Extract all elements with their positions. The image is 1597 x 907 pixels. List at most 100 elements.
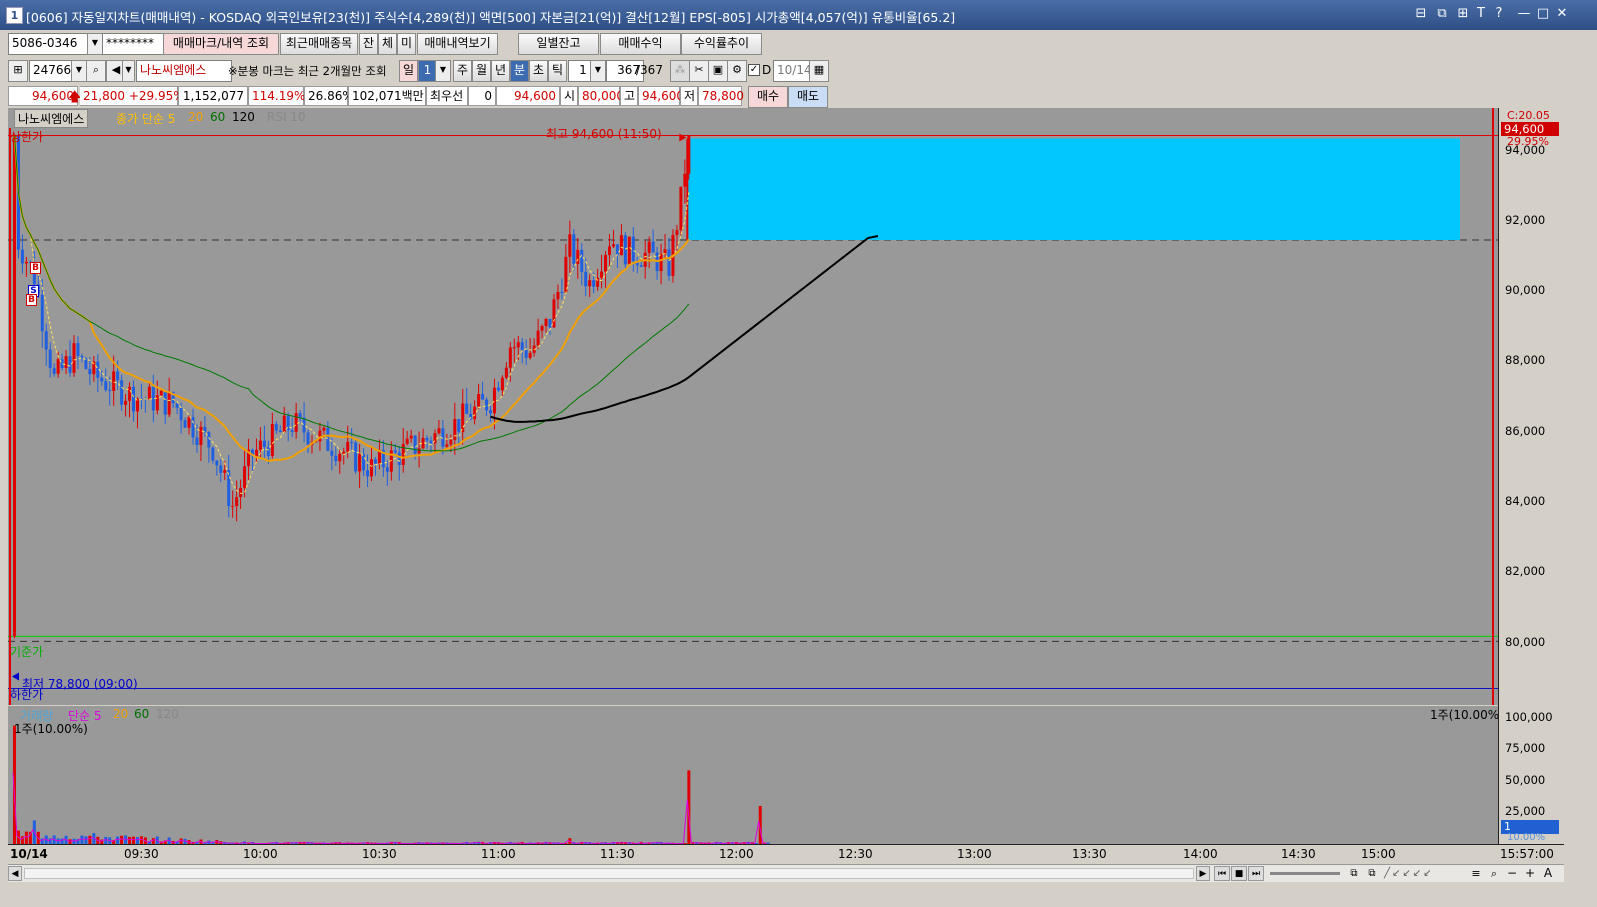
tab-second[interactable]: 초 bbox=[529, 60, 548, 82]
trade-mark-query-button[interactable]: 매매마크/내역 조회 bbox=[163, 33, 279, 55]
candle-body bbox=[465, 403, 469, 414]
candle-body bbox=[445, 444, 449, 447]
zoom-in-icon[interactable]: + bbox=[1522, 866, 1538, 881]
scroll-track[interactable] bbox=[24, 868, 1194, 879]
speaker-dropdown-icon[interactable]: ▼ bbox=[122, 60, 135, 82]
overlay-icon[interactable]: ⧉ bbox=[1364, 866, 1380, 881]
time-label-1230: 12:30 bbox=[838, 847, 873, 861]
tab-year[interactable]: 년 bbox=[491, 60, 510, 82]
return-trend-button[interactable]: 수익률추이 bbox=[681, 33, 762, 55]
ma-legend-60[interactable]: 60 bbox=[210, 110, 225, 124]
chart-stock-name[interactable]: 나노씨엠에스 bbox=[14, 109, 89, 128]
tab-month[interactable]: 월 bbox=[472, 60, 491, 82]
high-mark-label: 최고 94,600 (11:50) bbox=[546, 127, 662, 141]
sell-button[interactable]: 매도 bbox=[788, 86, 828, 108]
price-chart[interactable]: 나노씨엠에스 종가 단순 5 20 60 120 RSI 10 상한가 최고 9… bbox=[8, 108, 1498, 705]
daily-balance-button[interactable]: 일별잔고 bbox=[518, 33, 599, 55]
zoom-search-icon[interactable]: ⌕ bbox=[1486, 866, 1502, 881]
price-axis[interactable]: C:20.05 94,600 29.95% 94,000 92,000 90,0… bbox=[1498, 108, 1564, 844]
executed-button[interactable]: 체 bbox=[378, 33, 397, 55]
candle-body bbox=[675, 230, 679, 235]
buy-button[interactable]: 매수 bbox=[748, 86, 788, 108]
period-day-label[interactable]: 일 bbox=[399, 60, 418, 82]
period-dropdown-icon[interactable]: ▼ bbox=[435, 60, 451, 82]
fast-forward-icon[interactable]: ⏭ bbox=[1248, 866, 1264, 881]
chart-type-icon[interactable]: ⧉ bbox=[1346, 866, 1362, 881]
minimize-icon[interactable]: — bbox=[1516, 6, 1532, 22]
vol-tick-25000: 25,000 bbox=[1505, 804, 1546, 818]
save-icon[interactable]: ▣ bbox=[708, 60, 728, 82]
search-icon[interactable]: ⌕ bbox=[86, 60, 106, 82]
y-tick-84000: 84,000 bbox=[1505, 494, 1546, 508]
ma-legend-5[interactable]: 종가 단순 5 bbox=[116, 110, 175, 127]
scroll-left-icon[interactable]: ◀ bbox=[8, 866, 22, 881]
ma60-line bbox=[14, 135, 690, 452]
drawing-tools-icon[interactable]: ╱↙↙↙↙ bbox=[1384, 866, 1464, 881]
font-size-icon[interactable]: T bbox=[1473, 6, 1489, 22]
menu-icon[interactable]: ≡ bbox=[1468, 866, 1484, 881]
volume-ma-legend-120[interactable]: 120 bbox=[156, 707, 179, 721]
window-layout-icon[interactable]: ⊟ bbox=[1413, 6, 1429, 22]
candle-body bbox=[544, 318, 548, 327]
auto-scale-icon[interactable]: A bbox=[1540, 866, 1556, 881]
trade-history-button[interactable]: 매매내역보기 bbox=[417, 33, 498, 55]
candle-body bbox=[108, 389, 112, 391]
buy-mark-badge-2[interactable]: B bbox=[26, 294, 37, 306]
y-tick-90000: 90,000 bbox=[1505, 283, 1546, 297]
stock-name-field[interactable]: 나노씨엠에스 bbox=[136, 60, 232, 82]
candle-body bbox=[258, 440, 262, 450]
tab-minute[interactable]: 분 bbox=[510, 60, 529, 82]
candle-body bbox=[235, 496, 239, 507]
help-icon[interactable]: ? bbox=[1491, 6, 1507, 22]
candle-body bbox=[639, 265, 643, 267]
candle-body bbox=[556, 291, 560, 300]
candle-body bbox=[651, 241, 655, 253]
tools-icon[interactable]: ✂ bbox=[689, 60, 709, 82]
axis-top-label: C:20.05 bbox=[1507, 109, 1550, 122]
tab-tick[interactable]: 틱 bbox=[548, 60, 567, 82]
scroll-right-icon[interactable]: ▶ bbox=[1196, 866, 1210, 881]
ma-legend-120[interactable]: 120 bbox=[232, 110, 255, 124]
recent-trades-button[interactable]: 최근매매종목 bbox=[280, 33, 358, 55]
volume-bar bbox=[24, 831, 28, 844]
tab-week[interactable]: 주 bbox=[453, 60, 472, 82]
candle-body bbox=[592, 280, 596, 287]
speed-slider[interactable] bbox=[1270, 872, 1340, 875]
trade-amount: 102,071백만 bbox=[348, 86, 426, 106]
unexecuted-button[interactable]: 미 bbox=[397, 33, 416, 55]
balance-button[interactable]: 잔 bbox=[359, 33, 378, 55]
close-icon[interactable]: ✕ bbox=[1554, 6, 1570, 22]
interval-dropdown-icon[interactable]: ▼ bbox=[590, 60, 606, 82]
date-checkbox-label: D bbox=[762, 63, 772, 77]
window-tile-icon[interactable]: ⊞ bbox=[1455, 6, 1471, 22]
candle-body bbox=[500, 377, 504, 391]
window-restore-icon[interactable]: ⧉ bbox=[1434, 6, 1450, 22]
account-dropdown-icon[interactable]: ▼ bbox=[87, 33, 103, 55]
volume-ma-legend-60[interactable]: 60 bbox=[134, 707, 149, 721]
account-input[interactable]: 5086-0346 bbox=[8, 33, 96, 55]
buy-mark-badge[interactable]: B bbox=[30, 262, 41, 274]
rsi-legend[interactable]: RSI 10 bbox=[267, 110, 306, 124]
zoom-out-icon[interactable]: − bbox=[1504, 866, 1520, 881]
stock-code-dropdown-icon[interactable]: ▼ bbox=[71, 60, 87, 82]
maximize-icon[interactable]: □ bbox=[1535, 6, 1551, 22]
chart-scrollbar[interactable]: ◀ ▶ ⏮ ■ ⏭ ⧉ ⧉ ╱↙↙↙↙ ≡ ⌕ − + A bbox=[8, 864, 1564, 882]
stop-icon[interactable]: ■ bbox=[1231, 866, 1247, 881]
time-axis[interactable]: 10/14 09:30 10:00 10:30 11:00 11:30 12:0… bbox=[8, 844, 1564, 864]
volume-chart[interactable]: 거래량 단순 5 20 60 120 1주(10.00%) 1주(10.00%) bbox=[8, 706, 1498, 844]
rewind-icon[interactable]: ⏮ bbox=[1214, 866, 1230, 881]
settings-gear-icon[interactable]: ⚙ bbox=[727, 60, 747, 82]
candle-body bbox=[76, 343, 80, 356]
password-input[interactable]: ******** bbox=[102, 33, 166, 55]
candle-body bbox=[373, 459, 377, 464]
time-label-1030: 10:30 bbox=[362, 847, 397, 861]
pattern-icon[interactable]: ⁂ bbox=[670, 60, 690, 82]
calendar-icon[interactable]: ▦ bbox=[809, 60, 829, 82]
layout-icon[interactable]: ⊞ bbox=[8, 60, 28, 82]
ma-legend-20[interactable]: 20 bbox=[188, 110, 203, 124]
vol-tick-50000: 50,000 bbox=[1505, 773, 1546, 787]
date-checkbox[interactable]: ✓ bbox=[748, 64, 760, 76]
trade-profit-button[interactable]: 매매수익 bbox=[600, 33, 681, 55]
volume-ma-legend-20[interactable]: 20 bbox=[113, 707, 128, 721]
candle-body bbox=[520, 342, 524, 350]
